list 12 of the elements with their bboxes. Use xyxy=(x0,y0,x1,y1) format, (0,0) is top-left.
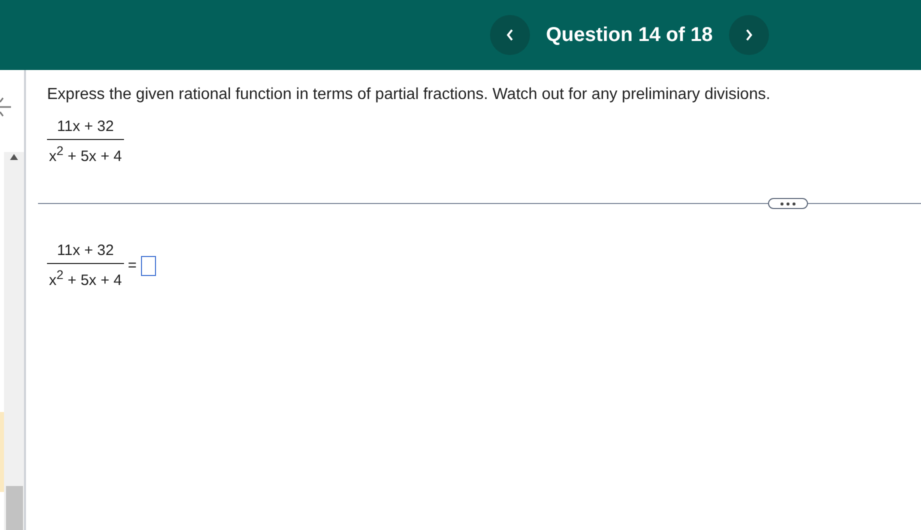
math-fraction: 11x + 32 x$^{2}$ + 5x + 4 xyxy=(47,118,124,165)
question-counter: Question 14 of 18 xyxy=(545,24,714,46)
scrollbar-thumb[interactable] xyxy=(6,486,22,530)
math-fraction: 11x + 32 x$^{2}$ + 5x + 4 xyxy=(47,242,124,289)
answer-box[interactable] xyxy=(140,256,156,276)
more-options-button[interactable] xyxy=(768,198,808,209)
scroll-up-arrow-icon[interactable] xyxy=(10,154,18,160)
chevron-left-icon xyxy=(506,29,514,41)
equals-sign: = xyxy=(128,257,137,274)
ellipsis-icon xyxy=(780,202,796,206)
chevron-right-icon xyxy=(744,29,753,41)
question-text: Express the given rational function in terms of partial fractions. Watch out for any preliminary divisions. xyxy=(47,86,772,104)
